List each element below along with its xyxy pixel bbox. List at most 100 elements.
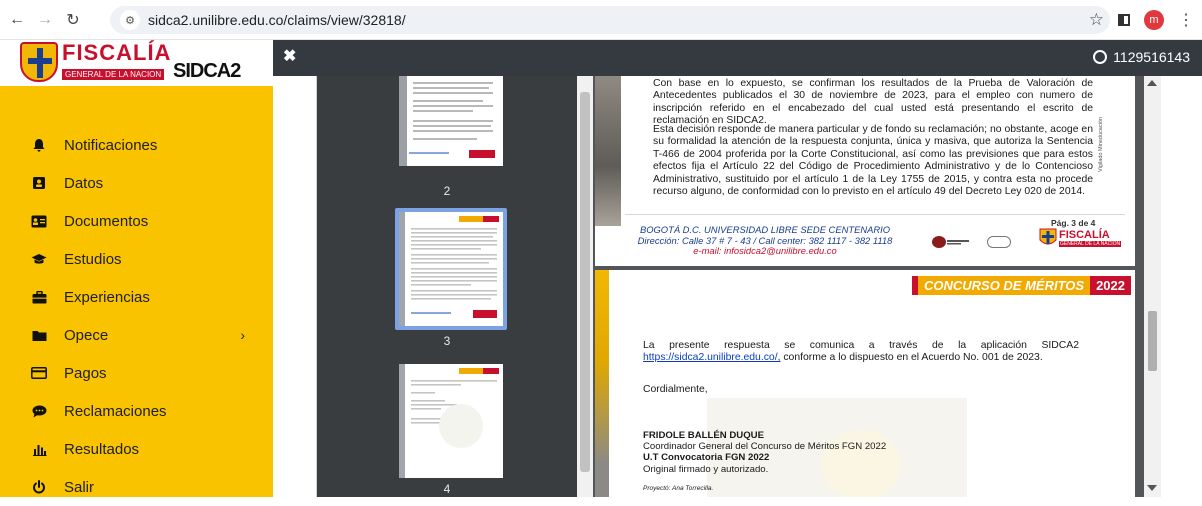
bar-chart-icon <box>30 441 48 457</box>
page3-paragraph-1: Con base en lo expuesto, se confirman lo… <box>653 78 1093 127</box>
sidebar-item-label: Datos <box>64 174 104 192</box>
page3-logo-subtitle: GENERAL DE LA NACION <box>1059 240 1122 247</box>
document-pages: Con base en lo expuesto, se confirman lo… <box>593 76 1145 497</box>
bookmark-star-icon[interactable]: ☆ <box>1089 10 1104 30</box>
sidebar-item-label: Notificaciones <box>64 136 158 154</box>
credit-card-icon <box>30 365 48 381</box>
concurso-banner-label: CONCURSO DE MÉRITOS <box>917 276 1091 295</box>
back-icon[interactable]: ← <box>6 9 28 31</box>
signer-role: Coordinador General del Concurso de Méri… <box>643 441 887 453</box>
page3-footer: BOGOTÁ D.C. UNIVERSIDAD LIBRE SEDE CENTE… <box>625 224 905 257</box>
side-panel-icon[interactable] <box>1118 14 1130 26</box>
pdf-viewer: 2 3 4 Con base en lo expuesto, se confir… <box>316 76 1161 497</box>
power-icon <box>30 479 48 495</box>
chevron-right-icon[interactable]: › <box>240 327 245 343</box>
thumbnail-page-3[interactable] <box>399 212 503 326</box>
profile-avatar[interactable]: m <box>1144 10 1164 30</box>
page4-text-after-link: conforme a lo dispuesto en el Acuerdo No… <box>783 352 1043 364</box>
sidebar-item-label: Pagos <box>64 364 107 382</box>
reload-icon[interactable]: ↻ <box>62 9 84 31</box>
page3-page-label: Pág. 3 de 4 <box>1051 218 1096 228</box>
thumbnail-scrollbar[interactable] <box>577 76 593 497</box>
sidebar-item-opece[interactable]: Opece › <box>0 316 273 354</box>
briefcase-icon <box>30 289 48 305</box>
right-margin <box>1161 76 1202 497</box>
page4-paragraph: La presente respuesta se comunica a trav… <box>643 340 1079 365</box>
thumbnail-label: 2 <box>443 184 451 198</box>
user-circle-icon <box>1093 50 1108 64</box>
page3-footer-divider <box>625 214 1125 215</box>
bell-icon <box>30 137 48 153</box>
user-id-text: 1129516143 <box>1113 49 1190 65</box>
site-settings-icon[interactable]: ⚙ <box>120 10 140 30</box>
logo-subtitle: GENERAL DE LA NACION <box>62 69 165 80</box>
concurso-banner-year: 2022 <box>1096 278 1125 293</box>
page4-text-before-link: La presente respuesta se comunica a trav… <box>643 340 1079 351</box>
sidebar-item-label: Salir <box>64 478 95 496</box>
sidebar-item-notificaciones[interactable]: Notificaciones <box>0 126 273 164</box>
sidebar-menu: Notificaciones Datos Documentos Estudios… <box>0 126 273 506</box>
fiscalia-logo[interactable]: FISCALÍA GENERAL DE LA NACION <box>20 42 171 82</box>
page-side-photo <box>595 76 621 226</box>
page4-side-photo <box>595 270 609 497</box>
sidebar-item-documentos[interactable]: Documentos <box>0 202 273 240</box>
sidebar-item-label: Estudios <box>64 250 122 268</box>
sidebar-item-resultados[interactable]: Resultados <box>0 430 273 468</box>
url-text: sidca2.unilibre.edu.co/claims/view/32818… <box>148 12 406 28</box>
thumbnail-page-2[interactable] <box>399 76 503 166</box>
signer-name: FRIDOLE BALLÉN DUQUE <box>643 430 764 441</box>
document-page-4: CONCURSO DE MÉRITOS 2022 La presente resp… <box>595 270 1135 497</box>
thumbnail-scrollbar-thumb[interactable] <box>580 92 590 472</box>
sidebar-item-estudios[interactable]: Estudios <box>0 240 273 278</box>
browser-menu-icon[interactable]: ⋮ <box>1178 10 1194 30</box>
sidebar-item-pagos[interactable]: Pagos <box>0 354 273 392</box>
thumbnail-label: 4 <box>443 482 451 496</box>
unilibre-logo <box>931 234 979 250</box>
signer-note: Original firmado y autorizado. <box>643 463 769 475</box>
concurso-banner: CONCURSO DE MÉRITOS 2022 <box>911 276 1131 295</box>
id-card-icon <box>30 175 48 191</box>
sidebar-item-label: Reclamaciones <box>64 402 167 420</box>
address-card-icon <box>30 213 48 229</box>
graduation-cap-icon <box>30 251 48 267</box>
scroll-down-arrow-icon[interactable] <box>1147 485 1157 491</box>
fiscalia-shield-icon <box>20 42 58 82</box>
thumbnail-panel: 2 3 4 <box>317 76 577 497</box>
sidca-logo: SIDCA2 <box>173 60 241 82</box>
thumbnail-page-4[interactable] <box>399 364 503 478</box>
sidebar-item-reclamaciones[interactable]: Reclamaciones <box>0 392 273 430</box>
partner-logo <box>987 236 1011 248</box>
page3-side-note: Vigilado Mineducación <box>1098 117 1104 172</box>
sidebar-item-label: Opece <box>64 326 109 344</box>
sidebar-item-experiencias[interactable]: Experiencias <box>0 278 273 316</box>
sidebar-item-salir[interactable]: Salir <box>0 468 273 506</box>
footer-line-1: BOGOTÁ D.C. UNIVERSIDAD LIBRE SEDE CENTE… <box>639 224 891 235</box>
user-info[interactable]: 1129516143 <box>1093 49 1190 65</box>
logo-title: FISCALÍA <box>62 40 172 65</box>
sidebar: FISCALÍA GENERAL DE LA NACION SIDCA2 Not… <box>0 40 273 497</box>
signer-org: U.T Convocatoria FGN 2022 <box>643 452 770 464</box>
forward-icon[interactable]: → <box>34 9 56 31</box>
footer-line-3: e-mail: infosidca2@unilibre.edu.co <box>693 245 837 257</box>
close-icon[interactable]: ✖ <box>283 46 296 66</box>
document-scrollbar[interactable] <box>1144 76 1161 497</box>
scroll-up-arrow-icon[interactable] <box>1147 80 1157 86</box>
projected-by: Proyectó: Ana Torrecilla. <box>643 484 714 492</box>
document-scrollbar-thumb[interactable] <box>1148 311 1157 371</box>
viewer-topbar: ✖ 1129516143 <box>273 40 1202 76</box>
folder-icon <box>30 327 48 343</box>
document-page-3: Con base en lo expuesto, se confirman lo… <box>595 76 1135 266</box>
sidebar-item-label: Resultados <box>64 440 140 458</box>
comment-icon <box>30 403 48 419</box>
browser-toolbar: ← → ↻ ⚙ sidca2.unilibre.edu.co/claims/vi… <box>0 0 1202 40</box>
address-bar[interactable]: ⚙ sidca2.unilibre.edu.co/claims/view/328… <box>110 6 1110 34</box>
page3-logo-title: FISCALÍA <box>1059 228 1110 241</box>
page3-fiscalia-logo: FISCALÍA GENERAL DE LA NACION <box>1039 228 1122 248</box>
page3-paragraph-2: Esta decisión responde de manera particu… <box>653 124 1093 198</box>
sidca-link[interactable]: https://sidca2.unilibre.edu.co/, <box>643 352 780 363</box>
signature-block: FRIDOLE BALLÉN DUQUE Coordinador General… <box>643 430 886 494</box>
sidebar-item-label: Experiencias <box>64 288 150 306</box>
sidebar-item-datos[interactable]: Datos <box>0 164 273 202</box>
page4-closing: Cordialmente, <box>643 384 708 395</box>
sidebar-item-label: Documentos <box>64 212 149 230</box>
